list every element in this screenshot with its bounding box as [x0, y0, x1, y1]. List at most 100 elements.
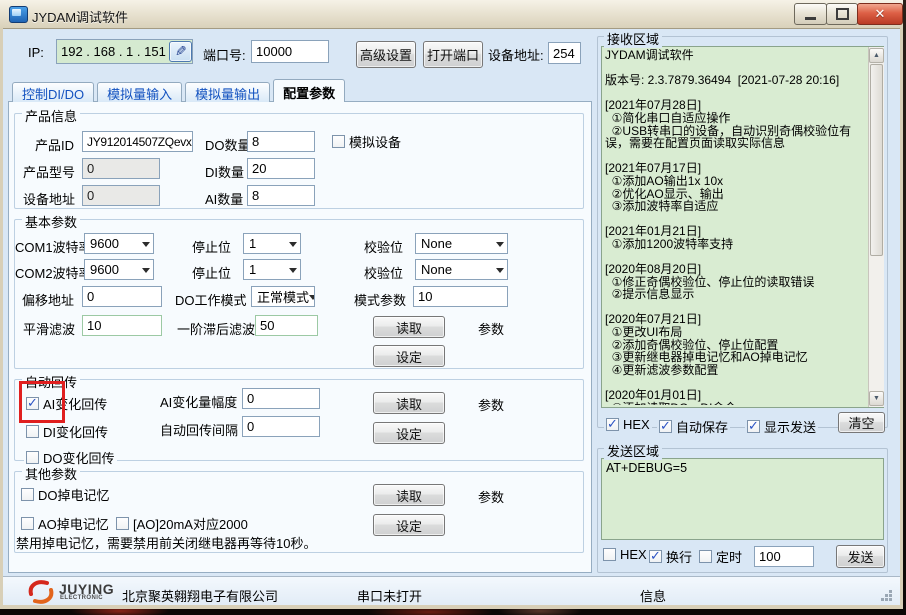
com2-baud-label: COM2波特率	[15, 263, 92, 282]
port-input[interactable]: 10000	[251, 40, 329, 63]
receive-textarea[interactable]: JYDAM调试软件 版本号: 2.3.7879.36494 [2021-07-2…	[601, 46, 884, 408]
chevron-down-icon	[289, 242, 297, 251]
simulate-device-checkbox[interactable]: 模拟设备	[330, 132, 403, 151]
checkbox-icon	[699, 550, 712, 563]
basic-params-title: 基本参数	[22, 212, 80, 231]
other-set-button[interactable]: 设定	[373, 514, 445, 536]
di-change-label: DI变化回传	[43, 422, 108, 441]
checkbox-icon	[26, 397, 39, 410]
resize-grip[interactable]	[889, 598, 892, 601]
juying-logo	[27, 580, 55, 604]
edit-ip-button[interactable]: ✎	[169, 41, 192, 62]
receive-scrollbar[interactable]: ▲ ▼	[868, 47, 884, 407]
device-addr-input[interactable]: 254	[548, 42, 581, 64]
show-send-label: 显示发送	[764, 417, 816, 436]
tab-config-params[interactable]: 配置参数	[273, 79, 345, 102]
clear-button[interactable]: 清空	[838, 412, 885, 433]
title-bar[interactable]: JYDAM调试软件 ✕	[0, 0, 903, 29]
port-status: 串口未打开	[357, 586, 422, 605]
chevron-down-icon	[142, 268, 150, 277]
maximize-button[interactable]	[826, 3, 858, 25]
di-count-input[interactable]: 20	[247, 158, 315, 179]
send-button[interactable]: 发送	[836, 545, 885, 568]
parity2-select[interactable]: None	[415, 259, 508, 280]
mode-param-label: 模式参数	[354, 290, 406, 309]
smooth-filter-value: 10	[87, 318, 101, 333]
tx-hex-checkbox[interactable]: HEX	[601, 547, 649, 562]
window-title: JYDAM调试软件	[32, 7, 128, 26]
advanced-settings-button[interactable]: 高级设置	[356, 41, 416, 68]
memory-note: 禁用掉电记忆，需要禁用前关闭继电器再等待10秒。	[16, 533, 316, 552]
tab-analog-input[interactable]: 模拟量输入	[97, 82, 182, 102]
device-address-value: 0	[87, 188, 94, 203]
auto-read-button[interactable]: 读取	[373, 392, 445, 414]
chevron-down-icon	[142, 242, 150, 251]
auto-set-button[interactable]: 设定	[373, 422, 445, 444]
newline-checkbox[interactable]: 换行	[647, 547, 694, 566]
do-count-input[interactable]: 8	[247, 131, 315, 152]
offset-addr-input[interactable]: 0	[82, 286, 162, 307]
product-id-label: 产品ID	[35, 135, 74, 154]
checkbox-icon	[603, 548, 616, 561]
parity1-select[interactable]: None	[415, 233, 508, 254]
scroll-up-icon[interactable]: ▲	[869, 48, 884, 63]
tab-analog-output[interactable]: 模拟量输出	[185, 82, 270, 102]
timer-interval-input[interactable]: 100	[754, 546, 814, 567]
show-send-checkbox[interactable]: 显示发送	[745, 417, 818, 436]
tab-control-dido[interactable]: 控制DI/DO	[12, 82, 94, 102]
rx-hex-checkbox[interactable]: HEX	[604, 417, 652, 432]
basic-read-button[interactable]: 读取	[373, 316, 445, 338]
checkbox-icon	[26, 425, 39, 438]
chevron-down-icon	[496, 268, 504, 277]
logo-subtext: ELECTRONIC	[60, 595, 103, 601]
com2-baud-select[interactable]: 9600	[84, 259, 154, 280]
open-port-button[interactable]: 打开端口	[423, 41, 483, 68]
minimize-icon	[805, 17, 816, 20]
product-model-input[interactable]: 0	[82, 158, 160, 179]
ai-amplitude-label: AI变化量幅度	[160, 392, 237, 411]
offset-addr-value: 0	[87, 289, 94, 304]
stop-bit1-select[interactable]: 1	[243, 233, 301, 254]
ao-memory-label: AO掉电记忆	[38, 514, 109, 533]
maximize-icon	[836, 8, 849, 20]
ai-count-input[interactable]: 8	[247, 185, 315, 206]
ai-amplitude-input[interactable]: 0	[242, 388, 320, 409]
do-mode-select[interactable]: 正常模式	[251, 286, 315, 307]
ai-change-checkbox[interactable]: AI变化回传	[24, 394, 109, 413]
scroll-down-icon[interactable]: ▼	[869, 391, 884, 406]
window-frame-left	[0, 28, 3, 604]
tx-hex-label: HEX	[620, 547, 647, 562]
stop-bit2-select[interactable]: 1	[243, 259, 301, 280]
product-id-input[interactable]: JY912014507ZQevx	[82, 131, 193, 152]
close-icon: ✕	[875, 6, 886, 22]
autosave-checkbox[interactable]: 自动保存	[657, 417, 730, 436]
close-button[interactable]: ✕	[857, 3, 903, 25]
stop-bit2-value: 1	[249, 262, 256, 277]
other-read-button[interactable]: 读取	[373, 484, 445, 506]
port-value: 10000	[256, 44, 292, 59]
mode-param-input[interactable]: 10	[413, 286, 508, 307]
product-model-label: 产品型号	[23, 162, 75, 181]
ao-memory-checkbox[interactable]: AO掉电记忆	[19, 514, 111, 533]
chevron-down-icon	[289, 268, 297, 277]
scrollbar-thumb[interactable]	[870, 64, 883, 256]
send-textarea[interactable]: AT+DEBUG=5	[601, 458, 884, 540]
ao-20ma-checkbox[interactable]: [AO]20mA对应2000	[114, 514, 250, 533]
simulate-device-label: 模拟设备	[349, 132, 401, 151]
device-address-input[interactable]: 0	[82, 185, 160, 206]
basic-set-button[interactable]: 设定	[373, 345, 445, 367]
do-memory-checkbox[interactable]: DO掉电记忆	[19, 485, 112, 504]
rx-hex-label: HEX	[623, 417, 650, 432]
lag-filter-input[interactable]: 50	[255, 315, 318, 336]
smooth-filter-input[interactable]: 10	[82, 315, 162, 336]
do-change-checkbox[interactable]: DO变化回传	[24, 448, 117, 467]
com1-baud-select[interactable]: 9600	[84, 233, 154, 254]
smooth-filter-label: 平滑滤波	[23, 319, 75, 338]
product-info-title: 产品信息	[22, 106, 80, 125]
timer-checkbox[interactable]: 定时	[697, 547, 744, 566]
app-icon	[9, 6, 28, 23]
auto-interval-input[interactable]: 0	[242, 416, 320, 437]
minimize-button[interactable]	[794, 3, 827, 25]
di-change-checkbox[interactable]: DI变化回传	[24, 422, 110, 441]
device-address-label: 设备地址	[23, 189, 75, 208]
